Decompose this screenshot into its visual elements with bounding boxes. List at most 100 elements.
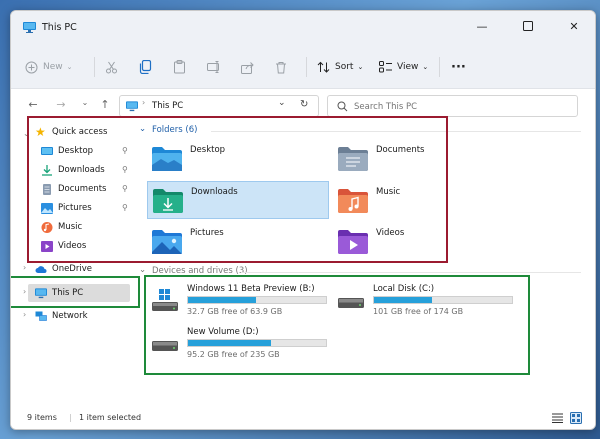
sort-button[interactable]: Sort ⌄ xyxy=(317,54,363,80)
drives-section-header[interactable]: Devices and drives (3) xyxy=(152,266,248,276)
folder-label: Music xyxy=(376,187,401,197)
sidebar-item-label: Documents xyxy=(58,184,107,194)
tiles-view-button[interactable] xyxy=(570,412,582,427)
chevron-down-icon: ⌄ xyxy=(422,63,429,71)
drive-free-space: 101 GB free of 174 GB xyxy=(373,307,464,316)
section-divider xyxy=(241,272,581,273)
network-icon xyxy=(35,311,47,321)
share-button[interactable] xyxy=(241,54,254,80)
chevron-right-icon[interactable]: › xyxy=(23,287,26,296)
sidebar-item-label: Network xyxy=(52,311,88,321)
videos-folder-icon xyxy=(338,230,368,254)
share-icon xyxy=(241,61,254,74)
sidebar-item-network[interactable]: Network xyxy=(35,307,88,325)
toolbar-divider xyxy=(306,57,307,77)
chevron-down-icon[interactable]: ⌄ xyxy=(23,129,30,138)
drive-usage-bar xyxy=(373,296,513,304)
more-options-button[interactable]: ··· xyxy=(451,54,466,80)
chevron-down-icon[interactable]: ⌄ xyxy=(139,124,146,134)
sidebar-item-videos[interactable]: Videos xyxy=(41,237,86,255)
sidebar-item-this-pc[interactable]: This PC xyxy=(35,284,83,302)
documents-folder-icon xyxy=(338,147,368,171)
refresh-icon[interactable]: ↻ xyxy=(300,99,308,110)
toolbar-divider xyxy=(439,57,440,77)
address-bar[interactable]: › This PC ⌄ ↻ xyxy=(119,95,319,117)
chevron-right-icon[interactable]: › xyxy=(23,310,26,319)
sidebar-item-pictures[interactable]: Pictures xyxy=(41,199,92,217)
paste-button[interactable] xyxy=(173,54,186,80)
command-bar: New ⌄ Sort ⌄ View ⌄ ··· xyxy=(11,45,595,89)
documents-icon xyxy=(43,183,51,195)
copy-button[interactable] xyxy=(139,54,152,80)
drive-c[interactable]: Local Disk (C:) 101 GB free of 174 GB xyxy=(333,283,523,319)
sidebar-item-label: Quick access xyxy=(52,127,108,137)
new-label: New xyxy=(43,62,63,72)
forward-button[interactable]: → xyxy=(53,98,69,114)
item-count: 9 items xyxy=(27,413,57,422)
sidebar-item-quick-access[interactable]: ★ Quick access xyxy=(35,123,107,141)
search-box[interactable] xyxy=(327,95,578,117)
folder-documents[interactable]: Documents xyxy=(333,140,515,178)
drive-usage-fill xyxy=(188,340,271,346)
folder-pictures[interactable]: Pictures xyxy=(147,223,329,261)
drive-name: Local Disk (C:) xyxy=(373,284,435,294)
maximize-button[interactable] xyxy=(505,11,551,41)
folder-label: Pictures xyxy=(190,228,224,238)
music-folder-icon xyxy=(338,189,368,213)
tiles-view-icon xyxy=(570,412,582,424)
sidebar-item-downloads[interactable]: Downloads xyxy=(41,161,105,179)
chevron-down-icon[interactable]: ⌄ xyxy=(139,265,146,275)
section-divider xyxy=(211,131,581,132)
folders-section-header[interactable]: Folders (6) xyxy=(152,125,197,135)
new-button[interactable]: New ⌄ xyxy=(25,54,73,80)
search-icon xyxy=(337,101,348,112)
sidebar-item-desktop[interactable]: Desktop xyxy=(41,142,93,160)
rename-button[interactable] xyxy=(207,54,221,80)
chevron-right-icon[interactable]: › xyxy=(23,263,26,272)
minimize-button[interactable]: — xyxy=(459,11,505,41)
breadcrumb-chevron-icon: › xyxy=(142,98,146,107)
drive-d[interactable]: New Volume (D:) 95.2 GB free of 235 GB xyxy=(147,326,337,362)
folder-music[interactable]: Music xyxy=(333,182,515,220)
download-icon xyxy=(42,164,52,176)
folder-desktop[interactable]: Desktop xyxy=(147,140,329,178)
recent-locations-button[interactable]: ⌄ xyxy=(77,98,93,114)
drive-free-space: 95.2 GB free of 235 GB xyxy=(187,350,280,359)
folder-downloads[interactable]: Downloads xyxy=(147,181,329,219)
sidebar-item-label: Desktop xyxy=(58,146,94,156)
sort-icon xyxy=(317,61,330,73)
up-button[interactable]: ↑ xyxy=(97,98,113,114)
drive-name: Windows 11 Beta Preview (B:) xyxy=(187,284,315,294)
rename-icon xyxy=(207,61,219,73)
sidebar-item-label: OneDrive xyxy=(52,264,92,274)
sidebar-item-documents[interactable]: Documents xyxy=(41,180,106,198)
back-button[interactable]: ← xyxy=(25,98,41,114)
drive-usage-fill xyxy=(188,297,256,303)
address-dropdown-icon[interactable]: ⌄ xyxy=(278,98,286,108)
title-bar: This PC — ✕ xyxy=(11,11,595,45)
cut-button[interactable] xyxy=(105,54,118,80)
folder-videos[interactable]: Videos xyxy=(333,223,515,261)
sidebar-item-music[interactable]: Music xyxy=(41,218,82,236)
close-button[interactable]: ✕ xyxy=(551,11,595,41)
view-button[interactable]: View ⌄ xyxy=(379,54,428,80)
delete-button[interactable] xyxy=(275,54,287,80)
folder-label: Documents xyxy=(376,145,425,155)
details-view-button[interactable] xyxy=(552,413,563,426)
this-pc-icon xyxy=(35,287,47,298)
selection-count: 1 item selected xyxy=(79,413,142,422)
sidebar-item-onedrive[interactable]: OneDrive xyxy=(35,260,92,278)
search-input[interactable] xyxy=(354,99,569,114)
close-icon: ✕ xyxy=(569,19,579,33)
address-path[interactable]: This PC xyxy=(152,101,183,111)
clipboard-icon xyxy=(174,60,185,74)
scissors-icon xyxy=(106,61,117,73)
drive-b[interactable]: Windows 11 Beta Preview (B:) 32.7 GB fre… xyxy=(147,283,337,319)
pictures-icon xyxy=(41,202,53,214)
arrow-up-icon: ↑ xyxy=(100,98,110,111)
minimize-icon: — xyxy=(476,19,488,33)
arrow-left-icon: ← xyxy=(28,98,38,111)
hard-drive-icon xyxy=(152,341,178,351)
chevron-down-icon: ⌄ xyxy=(357,63,364,71)
status-bar: 9 items | 1 item selected xyxy=(11,405,595,429)
